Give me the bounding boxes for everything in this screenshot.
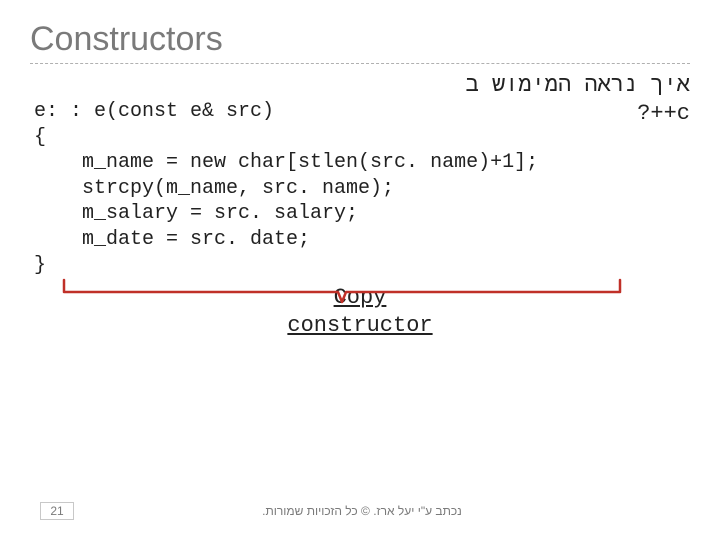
code-line-1: e: : e(const e& src) — [34, 100, 274, 123]
label-line-2: constructor — [287, 313, 432, 338]
code-line-3: m_name = new char[stlen(src. name)+1]; — [34, 151, 538, 174]
code-line-5: m_salary = src. salary; — [34, 202, 358, 225]
footer-credit: נכתב ע"י יעל ארז. © כל הזכויות שמורות. — [74, 504, 650, 518]
annotation-label: Copy constructor — [287, 284, 432, 339]
hebrew-line-1: איך נראה המימוש ב — [466, 73, 690, 98]
code-line-6: m_date = src. date; — [34, 228, 310, 251]
page-number: 21 — [40, 502, 74, 520]
footer: 21 נכתב ע"י יעל ארז. © כל הזכויות שמורות… — [0, 502, 720, 520]
code-block: e: : e(const e& src) { m_name = new char… — [30, 99, 690, 278]
code-line-2: { — [34, 126, 46, 149]
code-block-wrap: e: : e(const e& src) { m_name = new char… — [30, 99, 690, 278]
code-line-7: } — [34, 254, 46, 277]
code-line-4: strcpy(m_name, src. name); — [34, 177, 394, 200]
annotation-label-wrap: Copy constructor — [30, 284, 690, 339]
page-title: Constructors — [30, 20, 690, 59]
slide: Constructors איך נראה המימוש ב c++? e: :… — [0, 0, 720, 540]
label-line-1: Copy — [334, 285, 387, 310]
title-divider — [30, 63, 690, 64]
